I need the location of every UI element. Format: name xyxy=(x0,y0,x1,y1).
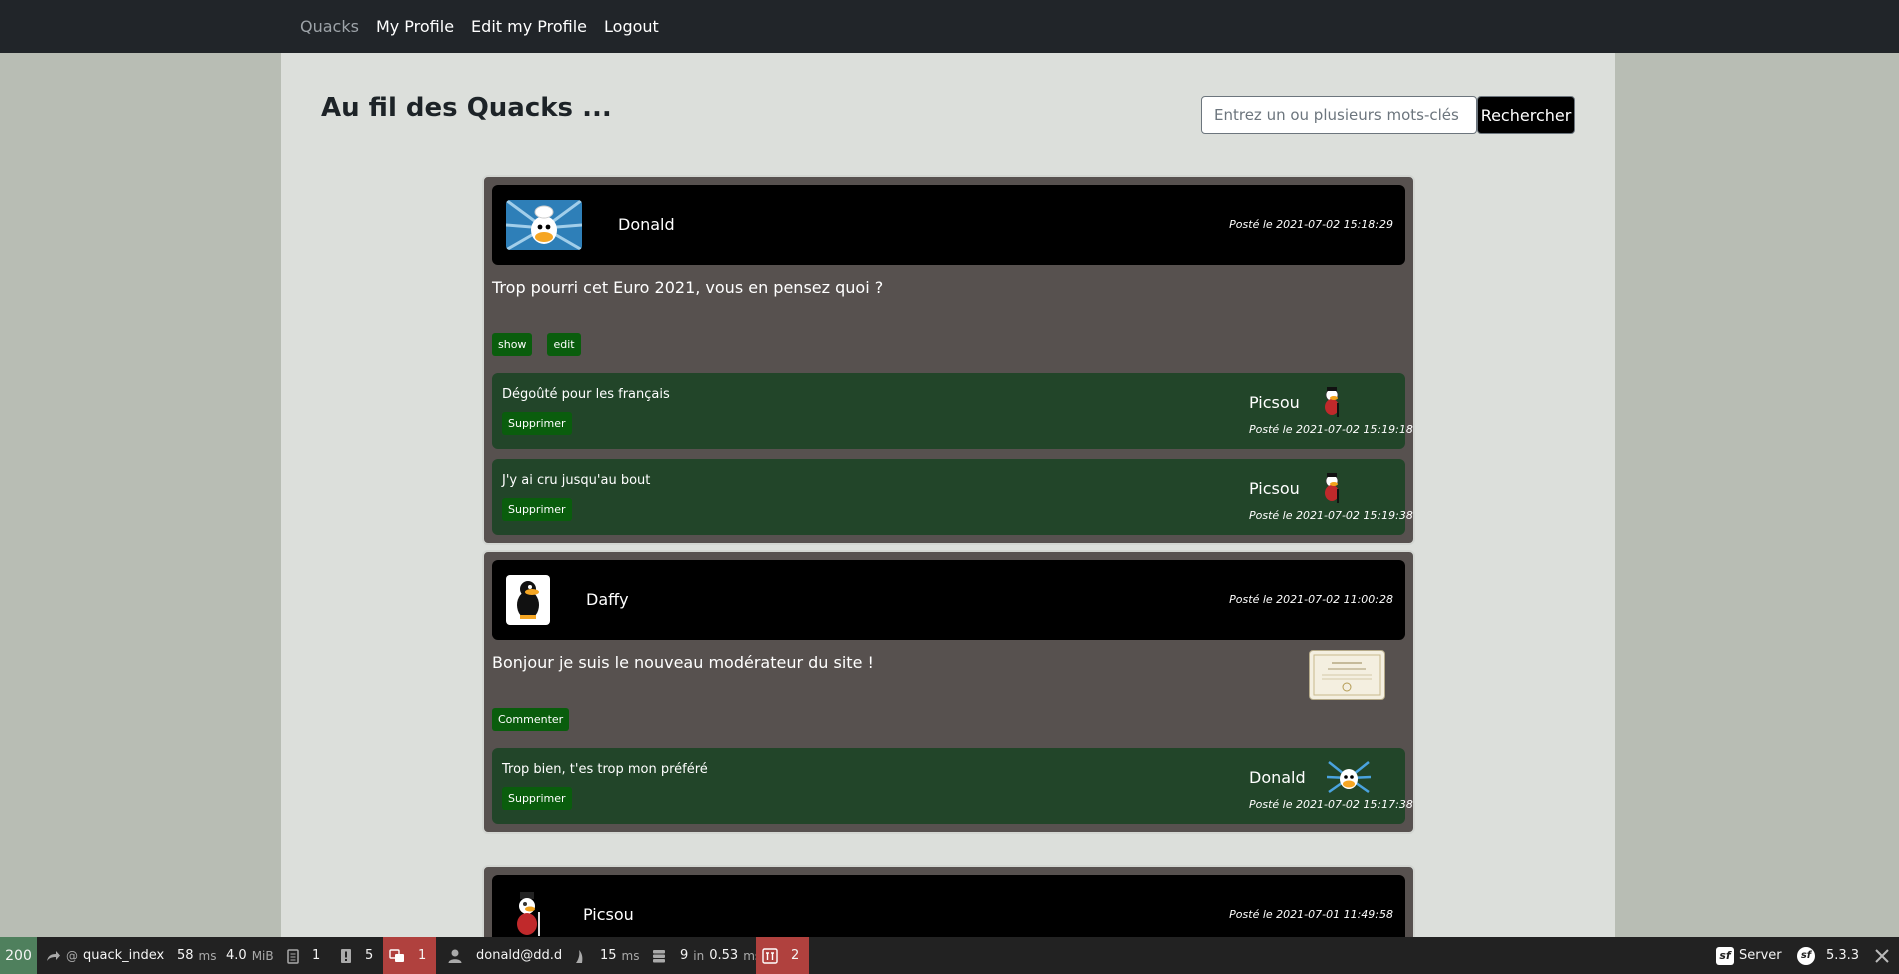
route-panel[interactable]: @ quack_index xyxy=(45,937,164,974)
certificate-image[interactable] xyxy=(1309,650,1385,700)
quack-card: Picsou Posté le 2021-07-01 11:49:58 xyxy=(482,865,1415,937)
request-time-unit: ms xyxy=(198,948,217,963)
delete-comment-button[interactable]: Supprimer xyxy=(502,412,572,435)
warnings-panel[interactable]: 5 xyxy=(338,937,373,974)
symfony-logo-icon: sf xyxy=(1797,946,1815,965)
search-button[interactable]: Rechercher xyxy=(1477,96,1575,134)
messages-count: 1 xyxy=(418,948,427,963)
quack-body: Bonjour je suis le nouveau modérateur du… xyxy=(492,640,1405,700)
memory-panel[interactable]: 4.0 MiB xyxy=(226,937,274,974)
donald-avatar xyxy=(1326,760,1372,794)
quack-posted-date: Posté le 2021-07-02 15:18:29 xyxy=(1229,218,1393,231)
db-time: 0.53 xyxy=(709,948,739,963)
quack-card: Donald Posté le 2021-07-02 15:18:29 Trop… xyxy=(482,175,1415,545)
show-button[interactable]: show xyxy=(492,332,533,356)
quack-author[interactable]: Daffy xyxy=(586,590,629,609)
comment-author[interactable]: Picsou xyxy=(1249,393,1300,412)
edit-button[interactable]: edit xyxy=(547,332,581,356)
daffy-avatar xyxy=(506,575,550,625)
comment-author[interactable]: Donald xyxy=(1249,768,1306,787)
symfony-version-panel[interactable]: sf 5.3.3 xyxy=(1797,937,1859,974)
comment-date: Posté le 2021-07-02 15:19:38 xyxy=(1249,509,1413,522)
user-icon xyxy=(448,949,462,963)
database-icon xyxy=(653,949,665,962)
page-title: Au fil des Quacks ... xyxy=(321,93,612,123)
memory-value: 4.0 xyxy=(226,948,247,963)
comment-text: Dégoûté pour les français xyxy=(502,387,670,402)
comment-text: J'y ai cru jusqu'au bout xyxy=(502,473,651,488)
quack-author[interactable]: Donald xyxy=(618,215,675,234)
redirect-arrow-icon xyxy=(47,950,60,961)
picsou-avatar xyxy=(506,890,550,937)
security-panel[interactable]: donald@dd.d xyxy=(447,937,562,974)
close-toolbar-button[interactable] xyxy=(1864,937,1899,974)
symfony-version: 5.3.3 xyxy=(1826,948,1860,963)
clipboard-icon xyxy=(287,948,299,964)
picsou-avatar xyxy=(1315,385,1349,419)
quack-actions: Commenter xyxy=(492,700,1405,738)
quack-header: Picsou Posté le 2021-07-01 11:49:58 xyxy=(492,875,1405,937)
main-container: Au fil des Quacks ... Rechercher xyxy=(281,53,1615,937)
close-icon xyxy=(1874,948,1889,963)
server-label: Server xyxy=(1739,948,1782,963)
nav-links: Quacks My Profile Edit my Profile Logout xyxy=(300,0,659,53)
route-prefix: @ xyxy=(66,948,78,963)
quack-posted-date: Posté le 2021-07-01 11:49:58 xyxy=(1229,908,1393,921)
twig-time: 15 xyxy=(600,948,617,963)
logs-count: 1 xyxy=(312,948,321,963)
database-panel[interactable]: 9 in 0.53 ms xyxy=(651,937,761,974)
logs-panel[interactable]: 1 xyxy=(285,937,320,974)
nav-logout[interactable]: Logout xyxy=(604,17,659,36)
quack-posted-date: Posté le 2021-07-02 11:00:28 xyxy=(1229,593,1393,606)
donald-avatar xyxy=(506,200,582,250)
quack-author[interactable]: Picsou xyxy=(583,905,634,924)
validator-icon xyxy=(762,947,778,964)
status-code-badge[interactable]: 200 xyxy=(0,937,37,974)
comment-button[interactable]: Commenter xyxy=(492,707,570,731)
picsou-avatar xyxy=(1315,471,1349,505)
quack-card: Daffy Posté le 2021-07-02 11:00:28 Bonjo… xyxy=(482,550,1415,834)
nav-edit-profile[interactable]: Edit my Profile xyxy=(471,17,587,36)
comment-date: Posté le 2021-07-02 15:17:38 xyxy=(1249,798,1413,811)
translation-panel[interactable]: 1 xyxy=(383,937,436,974)
twig-time-unit: ms xyxy=(621,948,640,963)
symfony-server-icon: sf xyxy=(1716,946,1734,965)
comment-author[interactable]: Picsou xyxy=(1249,479,1300,498)
comment-text: Trop bien, t'es trop mon préféré xyxy=(502,762,708,777)
top-navbar: Quacks My Profile Edit my Profile Logout xyxy=(0,0,1899,53)
warning-icon xyxy=(341,948,351,963)
comment: Trop bien, t'es trop mon préféré Supprim… xyxy=(492,748,1413,824)
delete-comment-button[interactable]: Supprimer xyxy=(502,498,572,521)
validator-panel[interactable]: 2 xyxy=(756,937,809,974)
nav-brand-quacks[interactable]: Quacks xyxy=(300,17,359,36)
route-name: quack_index xyxy=(83,948,165,963)
comment-date: Posté le 2021-07-02 15:19:18 xyxy=(1249,423,1413,436)
validation-count: 2 xyxy=(791,948,800,963)
comment: J'y ai cru jusqu'au bout Supprimer Picso… xyxy=(492,459,1413,535)
translation-icon xyxy=(389,948,404,962)
quack-text: Trop pourri cet Euro 2021, vous en pense… xyxy=(492,278,884,297)
delete-comment-button[interactable]: Supprimer xyxy=(502,787,572,810)
server-panel[interactable]: sf Server xyxy=(1716,937,1782,974)
twig-icon xyxy=(576,949,583,963)
status-code: 200 xyxy=(5,947,32,964)
quack-actions: show edit xyxy=(492,325,1405,363)
db-in: in xyxy=(693,948,705,963)
quack-header: Daffy Posté le 2021-07-02 11:00:28 xyxy=(492,560,1405,640)
twig-panel[interactable]: 15 ms xyxy=(573,937,640,974)
memory-unit: MiB xyxy=(251,948,274,963)
search-input[interactable] xyxy=(1201,96,1477,134)
nav-my-profile[interactable]: My Profile xyxy=(376,17,454,36)
debug-toolbar: 200 @ quack_index 58 ms 4.0 MiB 1 5 1 do… xyxy=(0,937,1899,974)
warnings-count: 5 xyxy=(365,948,374,963)
db-queries: 9 xyxy=(680,948,689,963)
quack-body: Trop pourri cet Euro 2021, vous en pense… xyxy=(492,265,1405,325)
user-email: donald@dd.d xyxy=(476,948,563,963)
quack-text: Bonjour je suis le nouveau modérateur du… xyxy=(492,653,874,672)
request-time: 58 xyxy=(177,948,194,963)
comment: Dégoûté pour les français Supprimer Pics… xyxy=(492,373,1413,449)
quack-header: Donald Posté le 2021-07-02 15:18:29 xyxy=(492,185,1405,265)
time-panel[interactable]: 58 ms xyxy=(177,937,217,974)
